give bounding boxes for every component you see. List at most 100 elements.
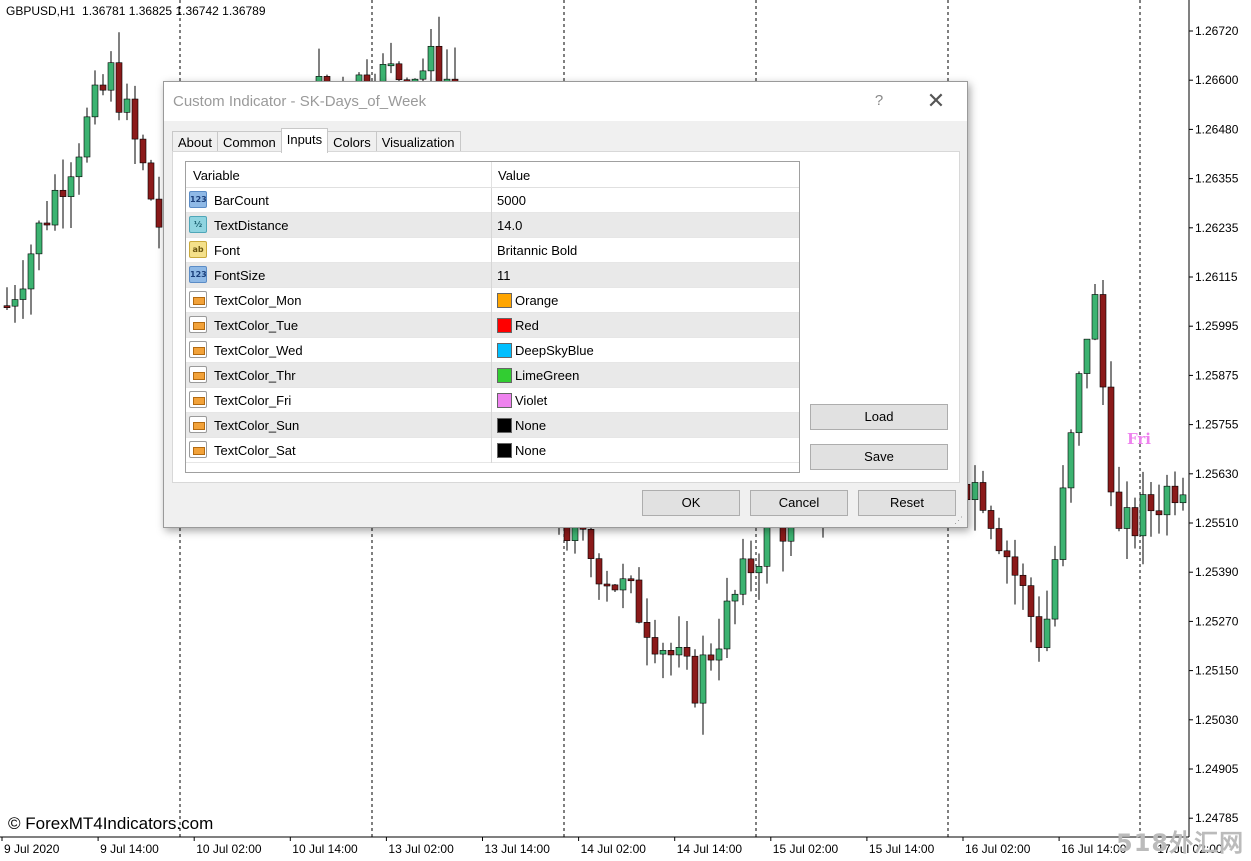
param-row-textcolor-fri[interactable]: TextColor_Fri Violet — [186, 388, 799, 413]
color-type-icon — [189, 316, 207, 333]
param-value[interactable]: None — [515, 443, 546, 458]
param-value[interactable]: Violet — [515, 393, 547, 408]
tab-common[interactable]: Common — [216, 131, 282, 153]
param-row-font[interactable]: ab Font Britannic Bold — [186, 238, 799, 263]
tab-inputs[interactable]: Inputs — [280, 128, 329, 153]
string-type-icon: ab — [189, 241, 207, 258]
time-label: 15 Jul 02:00 — [773, 842, 839, 856]
param-name: TextColor_Wed — [214, 343, 303, 358]
bull-candle — [739, 558, 747, 595]
resize-grip-icon[interactable]: ⋰ — [954, 515, 964, 525]
symbol-info: GBPUSD,H1 1.36781 1.36825 1.36742 1.3678… — [6, 4, 266, 18]
bull-candle — [1123, 507, 1131, 529]
time-label: 13 Jul 02:00 — [388, 842, 454, 856]
price-label: 1.25030 — [1195, 713, 1239, 727]
bear-candle — [1107, 386, 1115, 493]
param-value[interactable]: None — [515, 418, 546, 433]
bear-candle — [395, 63, 403, 81]
cell-divider — [491, 263, 492, 288]
param-value[interactable]: DeepSkyBlue — [515, 343, 594, 358]
bear-candle — [987, 510, 995, 529]
bull-candle — [971, 482, 979, 501]
price-label: 1.25150 — [1195, 664, 1239, 678]
column-divider[interactable] — [491, 162, 492, 187]
bull-candle — [619, 578, 627, 591]
color-swatch[interactable] — [497, 293, 512, 308]
param-row-textcolor-thr[interactable]: TextColor_Thr LimeGreen — [186, 363, 799, 388]
color-swatch[interactable] — [497, 368, 512, 383]
column-header-value[interactable]: Value — [498, 168, 530, 183]
param-row-barcount[interactable]: 123 BarCount 5000 — [186, 188, 799, 213]
param-value[interactable]: Red — [515, 318, 539, 333]
bull-candle — [675, 647, 683, 656]
tab-visualization[interactable]: Visualization — [375, 131, 461, 153]
price-label: 1.26480 — [1195, 122, 1239, 136]
price-label: 1.26115 — [1195, 270, 1238, 284]
bull-candle — [699, 654, 707, 704]
param-name: TextColor_Tue — [214, 318, 299, 333]
price-label: 1.26720 — [1195, 24, 1239, 38]
close-button[interactable]: ✕ — [921, 88, 951, 114]
inputs-grid[interactable]: Variable Value 123 BarCount 5000 ½ TextDista… — [185, 161, 800, 473]
tab-strip: About Common Inputs Colors Visualization — [172, 128, 461, 153]
bull-candle — [27, 253, 35, 290]
color-swatch[interactable] — [497, 343, 512, 358]
bull-candle — [763, 523, 771, 567]
time-label: 15 Jul 14:00 — [869, 842, 935, 856]
param-value[interactable]: 5000 — [497, 193, 526, 208]
param-row-textcolor-sat[interactable]: TextColor_Sat None — [186, 438, 799, 463]
color-swatch[interactable] — [497, 318, 512, 333]
param-value[interactable]: Britannic Bold — [497, 243, 577, 258]
price-label: 1.25995 — [1195, 319, 1239, 333]
bear-candle — [1011, 556, 1019, 576]
cell-divider — [491, 388, 492, 413]
param-value[interactable]: 11 — [497, 268, 511, 283]
param-value[interactable]: 14.0 — [497, 218, 522, 233]
bear-candle — [43, 222, 51, 226]
time-label: 13 Jul 14:00 — [485, 842, 551, 856]
param-row-fontsize[interactable]: 123 FontSize 11 — [186, 263, 799, 288]
bull-candle — [35, 222, 43, 255]
param-row-textcolor-mon[interactable]: TextColor_Mon Orange — [186, 288, 799, 313]
bull-candle — [731, 593, 739, 602]
cell-divider — [491, 413, 492, 438]
column-header-variable[interactable]: Variable — [193, 168, 240, 183]
time-label: 14 Jul 14:00 — [677, 842, 743, 856]
param-row-textdistance[interactable]: ½ TextDistance 14.0 — [186, 213, 799, 238]
tab-about[interactable]: About — [172, 131, 218, 153]
bear-candle — [1099, 294, 1107, 388]
cell-divider — [491, 238, 492, 263]
ok-button[interactable]: OK — [642, 490, 740, 516]
bear-candle — [1155, 510, 1163, 516]
bear-candle — [683, 647, 691, 657]
param-name: TextDistance — [214, 218, 289, 233]
param-row-textcolor-sun[interactable]: TextColor_Sun None — [186, 413, 799, 438]
color-swatch[interactable] — [497, 443, 512, 458]
bull-candle — [1067, 432, 1075, 489]
tab-colors[interactable]: Colors — [327, 131, 377, 153]
save-button[interactable]: Save — [810, 444, 948, 470]
reset-button[interactable]: Reset — [858, 490, 956, 516]
bull-candle — [755, 566, 763, 574]
param-name: Font — [214, 243, 241, 258]
price-label: 1.25630 — [1195, 467, 1239, 481]
cell-divider — [491, 313, 492, 338]
bear-candle — [435, 45, 443, 84]
param-row-textcolor-tue[interactable]: TextColor_Tue Red — [186, 313, 799, 338]
param-value[interactable]: LimeGreen — [515, 368, 579, 383]
bear-candle — [643, 622, 651, 638]
param-value[interactable]: Orange — [515, 293, 558, 308]
bear-candle — [595, 558, 603, 585]
load-button[interactable]: Load — [810, 404, 948, 430]
cell-divider — [491, 213, 492, 238]
dialog-title: Custom Indicator - SK-Days_of_Week — [173, 93, 427, 110]
bear-candle — [155, 198, 163, 228]
param-row-textcolor-wed[interactable]: TextColor_Wed DeepSkyBlue — [186, 338, 799, 363]
help-button[interactable]: ? — [864, 90, 894, 112]
color-swatch[interactable] — [497, 393, 512, 408]
cancel-button[interactable]: Cancel — [750, 490, 848, 516]
bear-candle — [1115, 491, 1123, 529]
dialog-titlebar[interactable]: Custom Indicator - SK-Days_of_Week ? ✕ — [164, 82, 967, 121]
bear-candle — [115, 62, 123, 113]
color-swatch[interactable] — [497, 418, 512, 433]
